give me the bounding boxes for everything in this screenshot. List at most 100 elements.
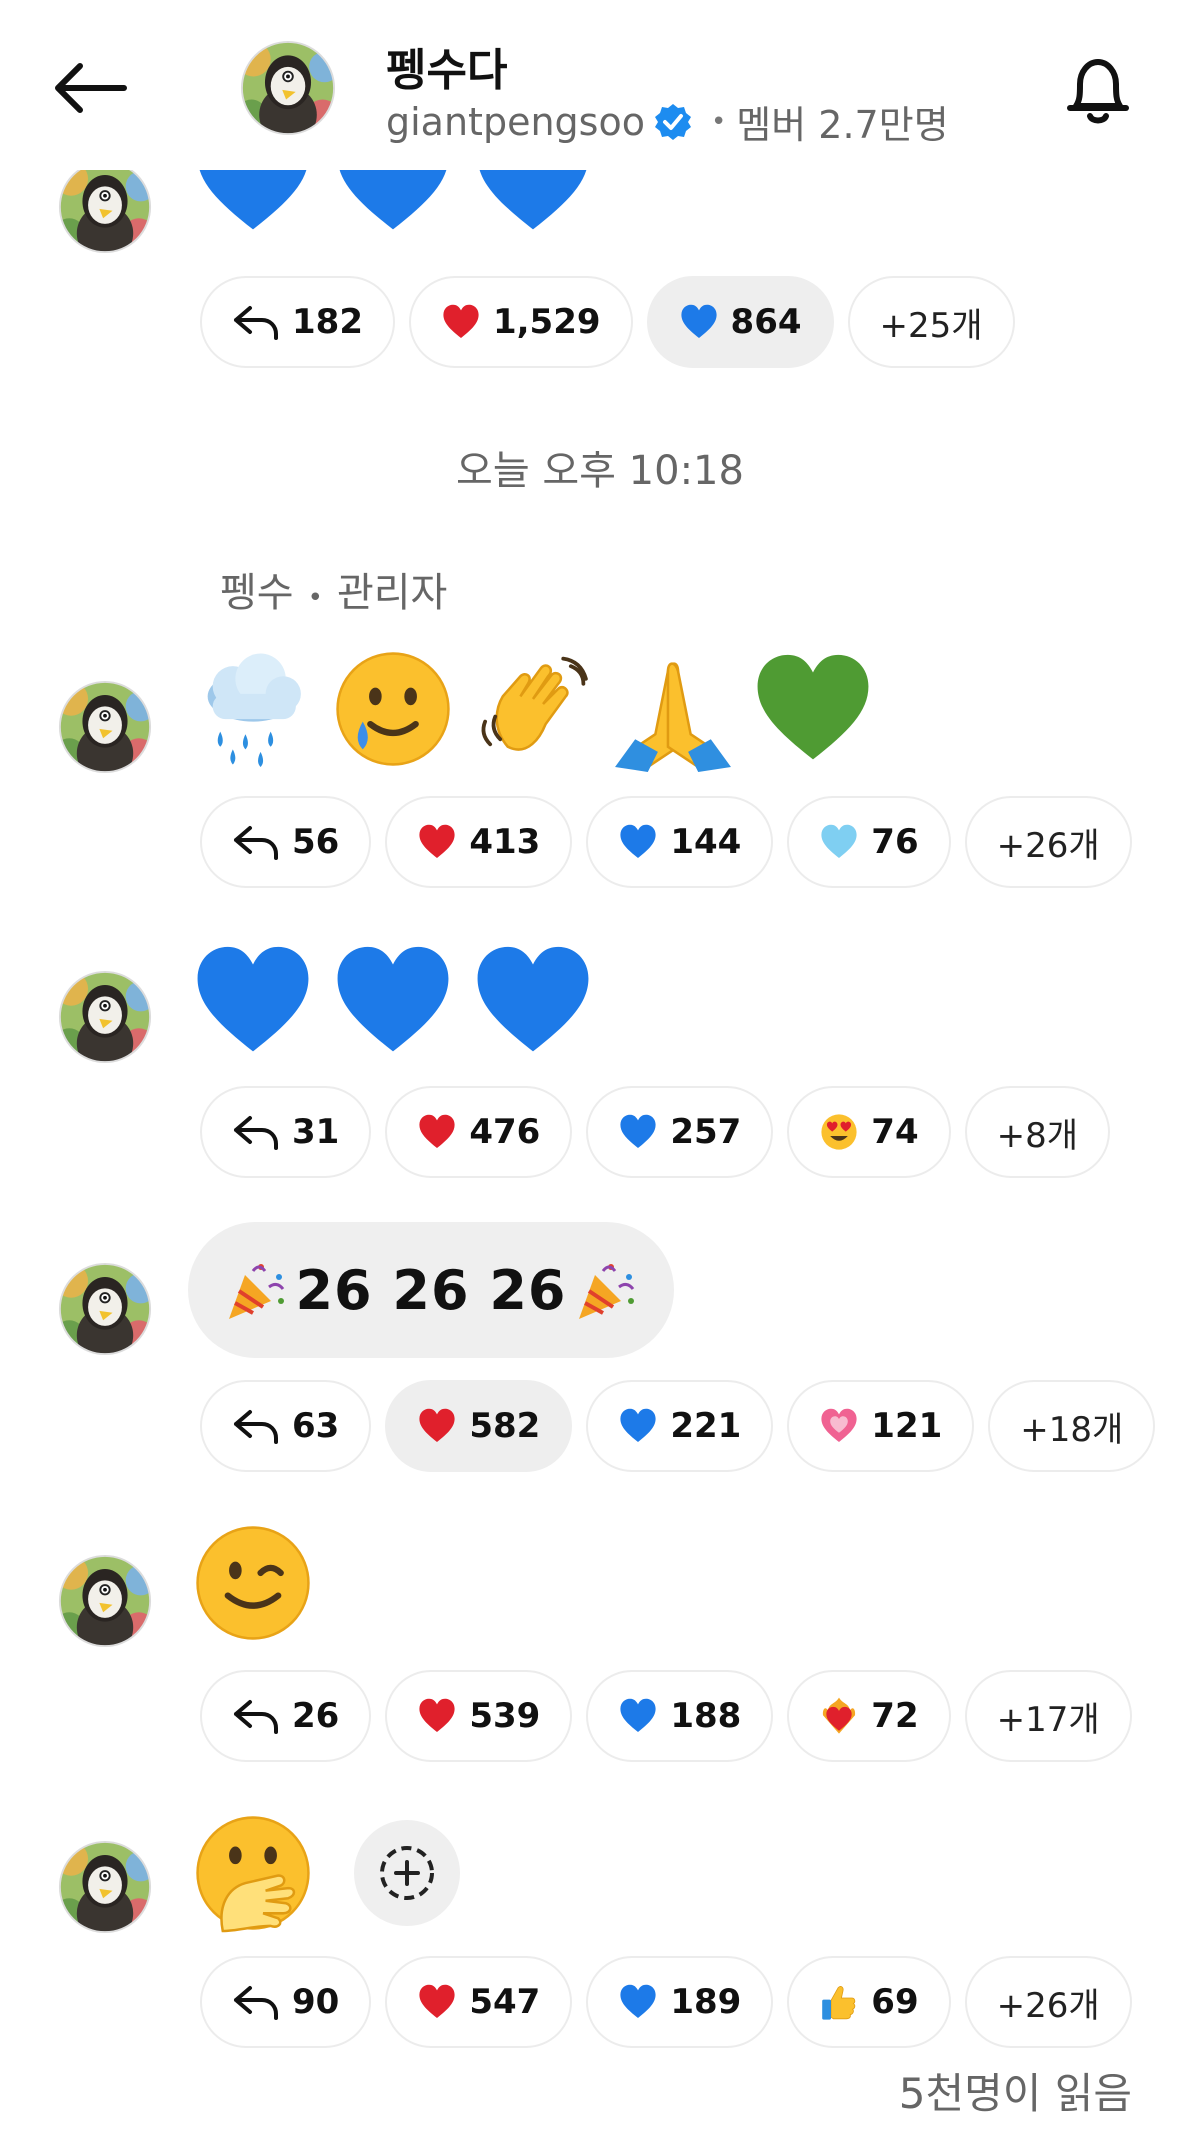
reply-icon (232, 302, 280, 342)
more-reactions-button[interactable]: +25개 (847, 276, 1015, 368)
blue-heart-icon (470, 938, 596, 1064)
reply-count: 31 (292, 1112, 340, 1152)
sender-avatar[interactable] (58, 1262, 152, 1356)
red-heart-icon (417, 1112, 457, 1152)
reaction-count: 539 (469, 1696, 541, 1736)
sender-avatar[interactable] (58, 680, 152, 774)
message-emojis[interactable] (190, 1810, 316, 1936)
reaction-blue-heart[interactable]: 189 (586, 1956, 774, 2048)
back-button[interactable] (52, 56, 132, 120)
channel-handle: giantpengsoo (386, 99, 645, 144)
sender-avatar[interactable] (58, 970, 152, 1064)
reply-button[interactable]: 26 (200, 1670, 372, 1762)
reaction-blue-heart[interactable]: 257 (586, 1086, 774, 1178)
notification-button[interactable] (1058, 48, 1138, 132)
reaction-count: 582 (469, 1406, 541, 1446)
reaction-red-heart[interactable]: 582 (385, 1380, 573, 1472)
separator-dot: • (710, 106, 727, 137)
reaction-count: 144 (670, 822, 742, 862)
blue-heart-icon (618, 822, 658, 862)
reaction-thumbs-up[interactable]: 69 (787, 1956, 951, 2048)
date-divider: 오늘 오후 10:18 (456, 448, 744, 494)
blue-heart-icon (330, 938, 456, 1064)
green-heart-icon (750, 646, 876, 772)
message-text: 26 26 26 (295, 1258, 567, 1322)
reaction-count: 74 (871, 1112, 919, 1152)
blue-heart-icon (618, 1696, 658, 1736)
reaction-count: 72 (871, 1696, 919, 1736)
party-popper-icon (229, 1264, 285, 1319)
arrow-left-icon (55, 63, 127, 113)
reply-count: 182 (292, 302, 363, 342)
sender-name: 펭수 (220, 570, 294, 616)
message-emojis[interactable] (190, 646, 876, 772)
channel-title[interactable]: 펭수다 (386, 34, 507, 98)
separator-dot: • (307, 583, 323, 613)
blue-heart-icon (679, 302, 719, 342)
heart-eyes-icon (821, 1114, 857, 1150)
add-reaction-icon (380, 1846, 434, 1900)
sender-avatar[interactable] (58, 160, 152, 254)
thumbs-up-icon (822, 1986, 856, 2020)
reaction-light-blue-heart[interactable]: 76 (787, 796, 951, 888)
channel-avatar[interactable] (240, 40, 336, 136)
reaction-red-heart[interactable]: 476 (385, 1086, 573, 1178)
chat-header: 펭수다 giantpengsoo • 멤버 2.7만명 (0, 0, 1200, 170)
channel-subtitle: giantpengsoo • 멤버 2.7만명 (386, 94, 949, 149)
heart-on-fire-icon (823, 1697, 856, 1734)
more-reactions-button[interactable]: +26개 (964, 1956, 1132, 2048)
reaction-pink-heart[interactable]: 121 (787, 1380, 975, 1472)
add-reaction-button[interactable] (354, 1820, 460, 1926)
reaction-red-heart[interactable]: 1,529 (408, 276, 633, 368)
reaction-heart-on-fire[interactable]: 72 (787, 1670, 951, 1762)
reaction-blue-heart[interactable]: 144 (586, 796, 774, 888)
reaction-count: 257 (670, 1112, 742, 1152)
reply-button[interactable]: 63 (200, 1380, 372, 1472)
bell-icon (1067, 59, 1129, 124)
reaction-red-heart[interactable]: 539 (385, 1670, 573, 1762)
reaction-bar: 90 547 189 69 +26개 (200, 1956, 1132, 2048)
sender-avatar[interactable] (58, 1554, 152, 1648)
reaction-count: 413 (469, 822, 541, 862)
reaction-red-heart[interactable]: 547 (385, 1956, 573, 2048)
reply-icon (232, 1406, 280, 1446)
reaction-blue-heart[interactable]: 188 (586, 1670, 774, 1762)
reply-icon (232, 822, 280, 862)
reply-count: 90 (292, 1982, 340, 2022)
reaction-count: 547 (469, 1982, 541, 2022)
more-reactions-button[interactable]: +8개 (964, 1086, 1111, 1178)
reply-icon (232, 1112, 280, 1152)
reply-button[interactable]: 56 (200, 796, 372, 888)
more-reactions-button[interactable]: +18개 (988, 1380, 1156, 1472)
light-blue-heart-icon (819, 822, 859, 862)
message-emojis[interactable] (190, 938, 596, 1064)
pink-heart-icon (819, 1406, 859, 1446)
reaction-blue-heart[interactable]: 221 (586, 1380, 774, 1472)
cloud-rain-icon (207, 653, 301, 767)
reply-button[interactable]: 90 (200, 1956, 372, 2048)
reaction-bar: 63 582 221 121 +18개 (200, 1380, 1156, 1472)
reaction-blue-heart[interactable]: 864 (646, 276, 834, 368)
party-popper-icon (578, 1264, 634, 1319)
reaction-count: 221 (670, 1406, 742, 1446)
reaction-count: 189 (670, 1982, 742, 2022)
member-count: 멤버 2.7만명 (736, 103, 949, 147)
blue-heart-icon (618, 1982, 658, 2022)
sender-avatar[interactable] (58, 1840, 152, 1934)
reply-button[interactable]: 182 (200, 276, 395, 368)
reaction-count: 864 (730, 302, 802, 342)
message-emojis[interactable] (190, 1520, 316, 1646)
blue-heart-icon (618, 1406, 658, 1446)
more-reactions-label: +26개 (996, 825, 1100, 866)
more-reactions-button[interactable]: +17개 (964, 1670, 1132, 1762)
reaction-bar: 26 539 188 72 +17개 (200, 1670, 1132, 1762)
reaction-count: 476 (469, 1112, 541, 1152)
reaction-heart-eyes[interactable]: 74 (787, 1086, 951, 1178)
more-reactions-button[interactable]: +26개 (964, 796, 1132, 888)
reaction-red-heart[interactable]: 413 (385, 796, 573, 888)
message-bubble[interactable]: 26 26 26 (188, 1222, 674, 1358)
red-heart-icon (417, 1982, 457, 2022)
reply-icon (232, 1982, 280, 2022)
sender-label: 펭수 • 관리자 (220, 560, 447, 618)
reply-button[interactable]: 31 (200, 1086, 372, 1178)
